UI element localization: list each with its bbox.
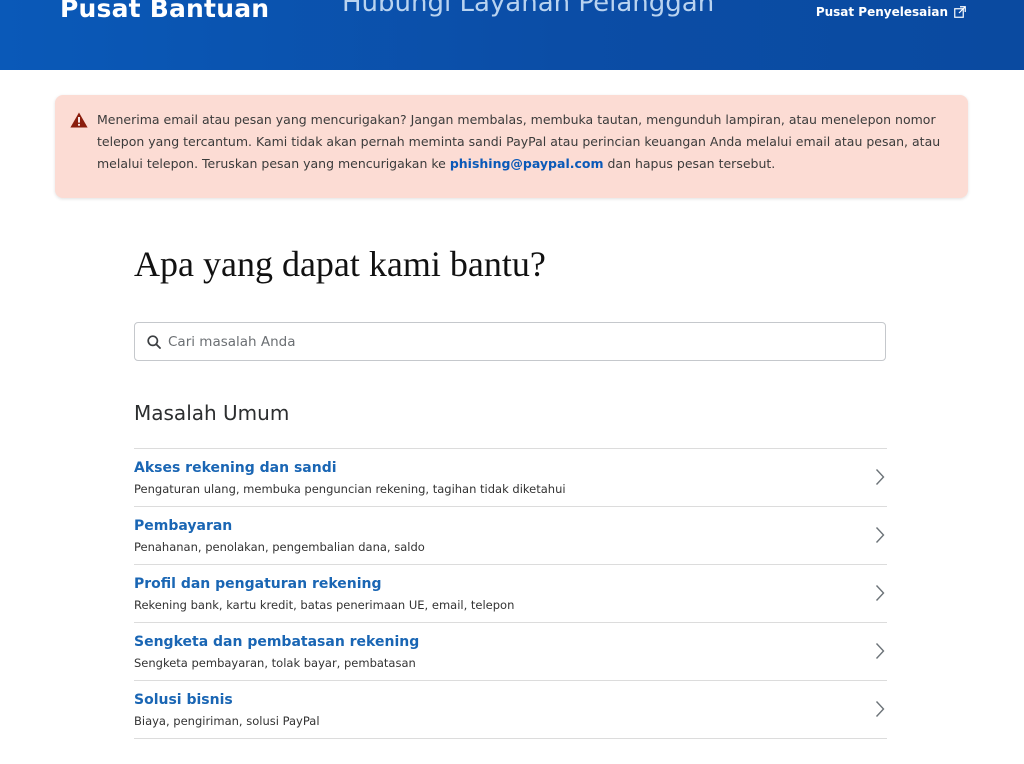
issue-description: Penahanan, penolakan, pengembalian dana,… bbox=[134, 540, 425, 554]
issue-item-account-access[interactable]: Akses rekening dan sandi Pengaturan ulan… bbox=[134, 449, 887, 507]
issue-title: Solusi bisnis bbox=[134, 692, 233, 708]
phishing-alert: Menerima email atau pesan yang mencuriga… bbox=[55, 95, 968, 198]
resolution-center-link[interactable]: Pusat Penyelesaian bbox=[816, 5, 966, 19]
brand-title[interactable]: Pusat Bantuan bbox=[60, 0, 269, 23]
issue-item-disputes[interactable]: Sengketa dan pembatasan rekening Sengket… bbox=[134, 623, 887, 681]
resolution-center-label: Pusat Penyelesaian bbox=[815, 5, 948, 19]
issue-title: Pembayaran bbox=[134, 518, 233, 534]
chevron-right-icon bbox=[875, 469, 885, 485]
issue-item-payments[interactable]: Pembayaran Penahanan, penolakan, pengemb… bbox=[134, 507, 887, 565]
chevron-right-icon bbox=[875, 643, 885, 659]
page-title: Apa yang dapat kami bantu? bbox=[134, 244, 546, 284]
issue-description: Pengaturan ulang, membuka penguncian rek… bbox=[134, 482, 566, 496]
issue-title: Sengketa dan pembatasan rekening bbox=[134, 634, 420, 650]
warning-triangle-icon bbox=[70, 112, 88, 128]
issue-description: Biaya, pengiriman, solusi PayPal bbox=[134, 714, 320, 728]
chevron-right-icon bbox=[875, 527, 885, 543]
issue-title: Profil dan pengaturan rekening bbox=[134, 576, 382, 592]
issue-description: Rekening bank, kartu kredit, batas pener… bbox=[134, 598, 515, 612]
issue-description: Sengketa pembayaran, tolak bayar, pembat… bbox=[134, 656, 416, 670]
chevron-right-icon bbox=[875, 585, 885, 601]
section-title-common-issues: Masalah Umum bbox=[134, 401, 290, 425]
alert-text-after: dan hapus pesan tersebut. bbox=[603, 156, 776, 171]
alert-message: Menerima email atau pesan yang mencuriga… bbox=[97, 109, 952, 175]
phishing-email-link[interactable]: phishing@paypal.com bbox=[450, 156, 604, 171]
contact-customer-service-title[interactable]: Hubungi Layanan Pelanggan bbox=[342, 0, 714, 18]
issue-item-business-solutions[interactable]: Solusi bisnis Biaya, pengiriman, solusi … bbox=[134, 681, 887, 739]
header: Pusat Bantuan Hubungi Layanan Pelanggan … bbox=[0, 0, 1024, 70]
issue-title: Akses rekening dan sandi bbox=[134, 460, 337, 476]
search-icon bbox=[147, 334, 161, 349]
search-input[interactable] bbox=[168, 333, 868, 350]
chevron-right-icon bbox=[875, 701, 885, 717]
issue-list: Akses rekening dan sandi Pengaturan ulan… bbox=[134, 448, 887, 739]
search-box[interactable] bbox=[134, 322, 886, 361]
external-link-icon bbox=[954, 6, 966, 18]
issue-item-profile-settings[interactable]: Profil dan pengaturan rekening Rekening … bbox=[134, 565, 887, 623]
